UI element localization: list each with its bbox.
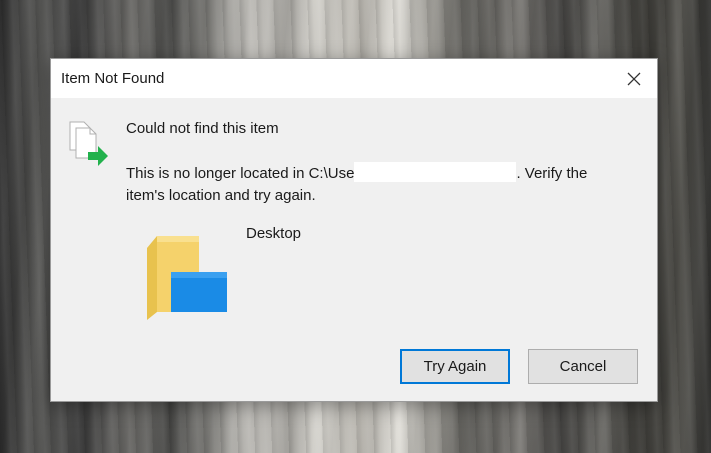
close-icon (627, 72, 641, 86)
error-heading: Could not find this item (126, 120, 279, 137)
redacted-path (354, 162, 517, 182)
dialog-title: Item Not Found (61, 70, 165, 87)
dialog-content: Could not find this item This is no long… (51, 98, 657, 401)
desktop-background: Item Not Found Could not find this item … (0, 0, 711, 453)
file-move-icon (68, 118, 110, 175)
item-not-found-dialog: Item Not Found Could not find this item … (50, 58, 658, 402)
title-bar: Item Not Found (51, 59, 657, 98)
cancel-button[interactable]: Cancel (528, 349, 638, 384)
error-message: This is no longer located in C:\Use. Ver… (126, 162, 626, 207)
close-button[interactable] (611, 59, 657, 98)
item-name: Desktop (246, 225, 302, 242)
message-text-start: This is no longer located in C:\Use (126, 165, 355, 182)
folder-icon (141, 228, 231, 328)
try-again-button[interactable]: Try Again (400, 349, 510, 384)
